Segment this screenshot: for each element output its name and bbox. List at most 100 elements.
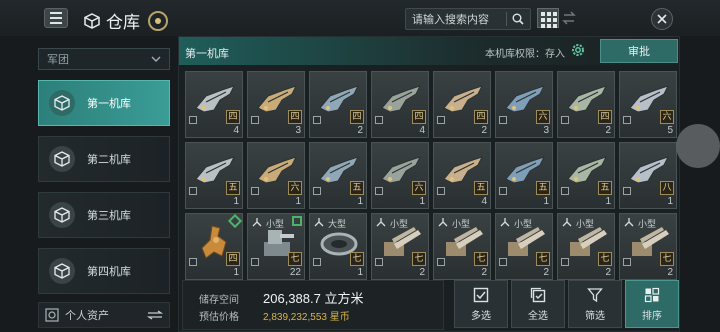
tier-badge: 六	[536, 110, 550, 124]
item-card[interactable]: 四2	[557, 71, 615, 138]
item-card[interactable]: 四2	[309, 71, 367, 138]
close-button[interactable]	[651, 8, 673, 30]
sort-icon	[644, 287, 660, 302]
search-bar	[405, 8, 531, 30]
tier-badge: 五	[350, 181, 364, 195]
item-card[interactable]: 五4	[433, 142, 491, 209]
storage-value: 206,388.7 立方米	[263, 291, 364, 306]
filter-button[interactable]: 筛选	[568, 280, 622, 328]
menu-button[interactable]	[44, 8, 68, 28]
item-quantity: 1	[543, 196, 549, 207]
size-class-icon	[624, 218, 634, 227]
storage-label: 储存空间	[199, 295, 239, 306]
item-checkbox[interactable]	[313, 187, 321, 195]
item-quantity: 2	[481, 125, 487, 136]
tier-badge: 五	[536, 181, 550, 195]
item-card[interactable]: 小型七 2	[557, 213, 615, 280]
item-quantity: 22	[289, 267, 301, 278]
item-card[interactable]: 四3	[247, 71, 305, 138]
filter-icon	[587, 287, 603, 302]
hangar-item-4[interactable]: 第四机库	[38, 248, 170, 294]
hangar-item-2[interactable]: 第二机库	[38, 136, 170, 182]
approve-button[interactable]: 审批	[600, 39, 678, 63]
equipped-marker-icon	[292, 216, 302, 226]
scroll-handle[interactable]	[676, 124, 720, 168]
hangar-item-3[interactable]: 第三机库	[38, 192, 170, 238]
filter-label: 筛选	[585, 310, 605, 322]
item-checkbox[interactable]	[499, 116, 507, 124]
item-checkbox[interactable]	[499, 187, 507, 195]
item-checkbox[interactable]	[437, 187, 445, 195]
item-checkbox[interactable]	[313, 258, 321, 266]
size-class-icon	[562, 218, 572, 227]
size-class-label: 小型	[638, 220, 657, 230]
item-checkbox[interactable]	[189, 258, 197, 266]
item-checkbox[interactable]	[499, 258, 507, 266]
gear-icon[interactable]	[570, 42, 586, 58]
item-checkbox[interactable]	[437, 116, 445, 124]
item-card[interactable]: 六5	[619, 71, 677, 138]
item-card[interactable]: 六3	[495, 71, 553, 138]
tier-badge: 四	[226, 252, 240, 266]
item-card[interactable]: 六1	[247, 142, 305, 209]
item-card[interactable]: 五1	[557, 142, 615, 209]
item-card[interactable]: 小型七 2	[433, 213, 491, 280]
search-input[interactable]	[406, 9, 506, 29]
item-checkbox[interactable]	[375, 187, 383, 195]
tier-badge: 四	[412, 110, 426, 124]
select-all-button[interactable]: 全选	[511, 280, 565, 328]
item-card[interactable]: 五1	[309, 142, 367, 209]
price-label: 预估价格	[199, 312, 239, 323]
item-checkbox[interactable]	[251, 258, 259, 266]
item-checkbox[interactable]	[561, 116, 569, 124]
item-card[interactable]: 小型七 2	[619, 213, 677, 280]
item-checkbox[interactable]	[561, 258, 569, 266]
tier-badge: 七	[412, 252, 426, 266]
swap-view-icon[interactable]	[562, 10, 576, 26]
item-card[interactable]: 四4	[371, 71, 429, 138]
item-quantity: 4	[419, 125, 425, 136]
item-card[interactable]: 八1	[619, 142, 677, 209]
emblem-icon[interactable]	[148, 10, 168, 31]
item-card[interactable]: 五1	[495, 142, 553, 209]
item-checkbox[interactable]	[561, 187, 569, 195]
item-checkbox[interactable]	[313, 116, 321, 124]
tier-badge: 五	[598, 181, 612, 195]
item-card[interactable]: 四4	[185, 71, 243, 138]
item-checkbox[interactable]	[623, 116, 631, 124]
warehouse-cube-icon	[84, 12, 100, 29]
item-checkbox[interactable]	[375, 116, 383, 124]
asset-summary: 储存空间 206,388.7 立方米 预估价格 2,839,232,553 星币	[182, 280, 444, 330]
size-class-icon	[500, 218, 510, 227]
item-card[interactable]: 大型七 1	[309, 213, 367, 280]
item-checkbox[interactable]	[251, 187, 259, 195]
item-quantity: 1	[357, 196, 363, 207]
item-checkbox[interactable]	[623, 187, 631, 195]
hangar-item-1[interactable]: 第一机库	[38, 80, 170, 126]
grid-view-icon[interactable]	[537, 8, 559, 28]
item-quantity: 1	[357, 267, 363, 278]
item-checkbox[interactable]	[189, 116, 197, 124]
item-checkbox[interactable]	[375, 258, 383, 266]
price-value: 2,839,232,553 星币	[263, 312, 350, 323]
item-checkbox[interactable]	[189, 187, 197, 195]
item-quantity: 5	[667, 125, 673, 136]
item-card[interactable]: 五1	[185, 142, 243, 209]
item-card[interactable]: 小型七 2	[495, 213, 553, 280]
sort-button[interactable]: 排序	[625, 280, 679, 328]
item-checkbox[interactable]	[437, 258, 445, 266]
faction-dropdown[interactable]: 军团	[38, 48, 170, 70]
item-card[interactable]: 六1	[371, 142, 429, 209]
item-checkbox[interactable]	[251, 116, 259, 124]
item-checkbox[interactable]	[623, 258, 631, 266]
item-quantity: 2	[543, 267, 549, 278]
item-card[interactable]: 四1	[185, 213, 243, 280]
search-icon[interactable]	[507, 9, 530, 29]
item-card[interactable]: 小型七 22	[247, 213, 305, 280]
tier-badge: 四	[226, 110, 240, 124]
tier-badge: 六	[660, 110, 674, 124]
item-card[interactable]: 四2	[433, 71, 491, 138]
item-card[interactable]: 小型七 2	[371, 213, 429, 280]
multi-select-button[interactable]: 多选	[454, 280, 508, 328]
personal-assets-button[interactable]: 个人资产	[38, 302, 170, 328]
